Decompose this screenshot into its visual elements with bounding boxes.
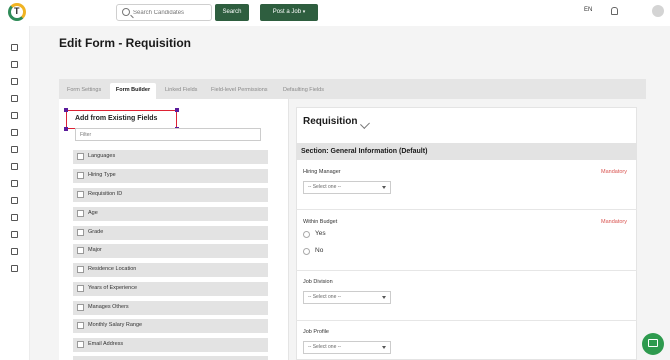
checkbox[interactable] bbox=[77, 322, 84, 329]
checkbox[interactable] bbox=[77, 285, 84, 292]
divider bbox=[296, 270, 637, 271]
field-label: Residence Location bbox=[88, 266, 137, 272]
field-label: Requisition ID bbox=[88, 191, 123, 197]
field-label: Major bbox=[88, 247, 102, 253]
tab-bar: Form Settings Form Builder Linked Fields… bbox=[59, 79, 646, 99]
select-value: -- Select one -- bbox=[308, 184, 342, 190]
field-item-residence-location[interactable]: Residence Location bbox=[73, 263, 268, 277]
field-item-manages-others[interactable]: Manages Others bbox=[73, 301, 268, 315]
checkbox[interactable] bbox=[77, 191, 84, 198]
search-icon bbox=[122, 8, 130, 16]
field-label: Age bbox=[88, 210, 98, 216]
field-label: Manages Others bbox=[88, 304, 129, 310]
tab-linked-fields[interactable]: Linked Fields bbox=[165, 83, 197, 99]
tab-form-settings[interactable]: Form Settings bbox=[67, 83, 101, 99]
dashboard-icon[interactable] bbox=[11, 44, 18, 51]
existing-fields-title[interactable]: Add from Existing Fields bbox=[66, 110, 177, 129]
chevron-down-icon bbox=[382, 296, 386, 299]
section-header[interactable]: Section: General Information (Default) bbox=[296, 143, 637, 160]
job-division-label: Job Division bbox=[303, 279, 333, 285]
chevron-down-icon: ▾ bbox=[302, 9, 306, 15]
message-icon[interactable] bbox=[11, 163, 18, 170]
settings-icon[interactable] bbox=[11, 248, 18, 255]
bell-icon[interactable] bbox=[611, 7, 618, 15]
page-title: Edit Form - Requisition bbox=[59, 36, 191, 50]
checkbox[interactable] bbox=[77, 210, 84, 217]
resize-handle[interactable] bbox=[175, 108, 179, 112]
radio-yes[interactable] bbox=[303, 231, 310, 238]
resize-handle[interactable] bbox=[64, 127, 68, 131]
select-value: -- Select one -- bbox=[308, 344, 342, 350]
chevron-down-icon bbox=[382, 346, 386, 349]
post-job-button[interactable]: Post a Job ▾ bbox=[260, 4, 318, 21]
people-icon[interactable] bbox=[11, 95, 18, 102]
chevron-down-icon bbox=[382, 186, 386, 189]
field-label: Languages bbox=[88, 153, 116, 159]
top-bar: T Search Post a Job ▾ EN bbox=[0, 0, 670, 26]
checkbox[interactable] bbox=[77, 304, 84, 311]
search-box[interactable] bbox=[116, 4, 212, 21]
divider bbox=[296, 320, 637, 321]
field-item-hiring-type[interactable]: Hiring Type bbox=[73, 169, 268, 183]
field-item[interactable] bbox=[73, 356, 268, 360]
field-label: Hiring Type bbox=[88, 172, 116, 178]
building-icon[interactable] bbox=[11, 129, 18, 136]
job-profile-select[interactable]: -- Select one -- bbox=[303, 341, 391, 354]
document-icon[interactable] bbox=[11, 197, 18, 204]
checkbox[interactable] bbox=[77, 341, 84, 348]
form-title: Requisition bbox=[303, 116, 358, 127]
sync-icon[interactable] bbox=[11, 112, 18, 119]
mandatory-badge: Mandatory bbox=[601, 219, 627, 225]
calendar-icon[interactable] bbox=[11, 146, 18, 153]
checkbox[interactable] bbox=[77, 153, 84, 160]
tab-form-builder[interactable]: Form Builder bbox=[110, 83, 156, 99]
post-job-label: Post a Job bbox=[272, 9, 302, 15]
chat-button[interactable] bbox=[642, 333, 664, 355]
tab-defaulting-fields[interactable]: Defaulting Fields bbox=[283, 83, 324, 99]
field-item-years-of-experience[interactable]: Years of Experience bbox=[73, 282, 268, 296]
job-division-select[interactable]: -- Select one -- bbox=[303, 291, 391, 304]
hiring-manager-label: Hiring Manager bbox=[303, 169, 341, 175]
monitor-icon[interactable] bbox=[11, 61, 18, 68]
search-button[interactable]: Search bbox=[215, 4, 249, 21]
field-item-email-address[interactable]: Email Address bbox=[73, 338, 268, 352]
field-label: Years of Experience bbox=[88, 285, 138, 291]
select-value: -- Select one -- bbox=[308, 294, 342, 300]
radio-yes-label: Yes bbox=[315, 230, 326, 237]
checkbox[interactable] bbox=[77, 266, 84, 273]
within-budget-label: Within Budget bbox=[303, 219, 338, 225]
sidebar bbox=[0, 26, 30, 360]
field-label: Grade bbox=[88, 229, 104, 235]
hiring-manager-select[interactable]: -- Select one -- bbox=[303, 181, 391, 194]
language-selector[interactable]: EN bbox=[584, 7, 592, 13]
field-label: Monthly Salary Range bbox=[88, 322, 143, 328]
checkbox[interactable] bbox=[77, 172, 84, 179]
search-input[interactable] bbox=[133, 7, 209, 19]
tab-field-level-permissions[interactable]: Field-level Permissions bbox=[211, 83, 268, 99]
upload-icon[interactable] bbox=[11, 265, 18, 272]
field-item-age[interactable]: Age bbox=[73, 207, 268, 221]
field-label: Email Address bbox=[88, 341, 124, 347]
filter-input[interactable] bbox=[75, 128, 261, 141]
radio-no-label: No bbox=[315, 247, 324, 254]
resize-handle[interactable] bbox=[64, 108, 68, 112]
divider bbox=[296, 209, 637, 210]
checkbox[interactable] bbox=[77, 229, 84, 236]
mandatory-badge: Mandatory bbox=[601, 169, 627, 175]
logo-icon[interactable]: T bbox=[8, 3, 26, 21]
avatar[interactable] bbox=[652, 5, 664, 17]
radio-no[interactable] bbox=[303, 248, 310, 255]
checklist-icon[interactable] bbox=[11, 78, 18, 85]
checkbox[interactable] bbox=[77, 247, 84, 254]
chat-icon bbox=[648, 339, 658, 347]
report-icon[interactable] bbox=[11, 214, 18, 221]
field-item-major[interactable]: Major bbox=[73, 244, 268, 258]
job-profile-label: Job Profile bbox=[303, 329, 329, 335]
user-add-icon[interactable] bbox=[11, 180, 18, 187]
field-item-requisition-id[interactable]: Requisition ID bbox=[73, 188, 268, 202]
mail-icon[interactable] bbox=[11, 231, 18, 238]
field-item-monthly-salary-range[interactable]: Monthly Salary Range bbox=[73, 319, 268, 333]
field-item-languages[interactable]: Languages bbox=[73, 150, 268, 164]
field-item-grade[interactable]: Grade bbox=[73, 226, 268, 240]
